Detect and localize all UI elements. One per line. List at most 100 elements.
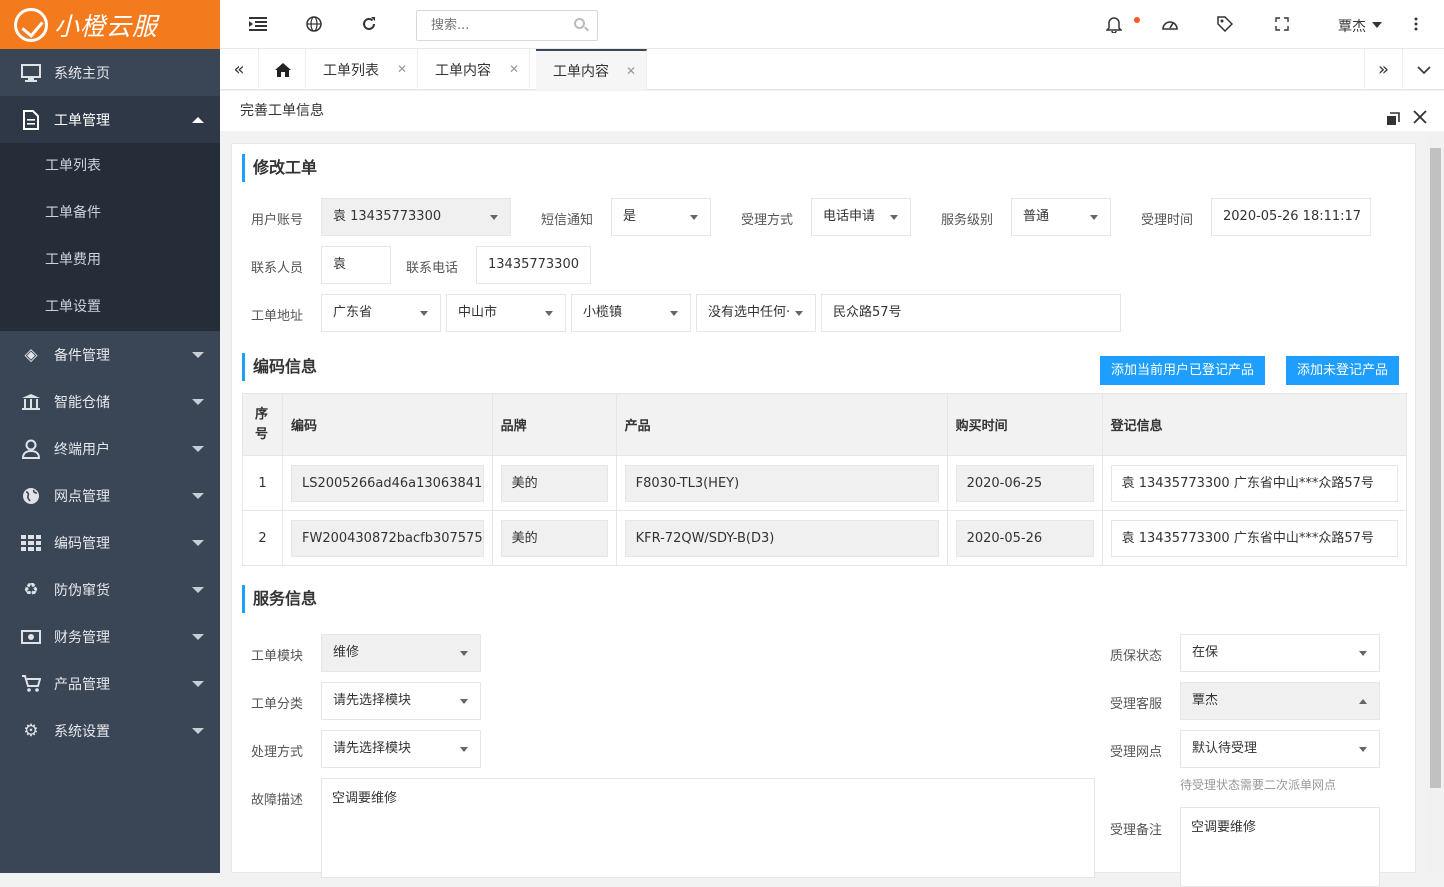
- brand-input[interactable]: 美的: [500, 464, 608, 502]
- purchase-date-input[interactable]: 2020-06-25: [955, 464, 1094, 502]
- close-icon[interactable]: ✕: [397, 62, 407, 76]
- dashboard-icon[interactable]: [1160, 14, 1180, 34]
- town-select[interactable]: 小榄镇: [571, 294, 691, 332]
- close-window-icon[interactable]: [1413, 99, 1427, 139]
- category-select[interactable]: 请先选择模块: [321, 682, 481, 720]
- grid-icon: [20, 532, 42, 554]
- tab-workorder-content-active[interactable]: 工单内容 ✕: [536, 49, 647, 90]
- submenu-item-settings[interactable]: 工单设置: [0, 284, 220, 331]
- user-account-select[interactable]: 袁 13435773300: [321, 198, 511, 236]
- menu-toggle-icon[interactable]: [248, 14, 268, 34]
- tab-menu-chevron-icon[interactable]: [1404, 49, 1443, 90]
- globe-icon[interactable]: [304, 14, 324, 34]
- sidebar-item-system[interactable]: ⚙ 系统设置: [0, 707, 220, 754]
- remark-textarea[interactable]: 空调要维修: [1180, 807, 1380, 887]
- province-select[interactable]: 广东省: [321, 294, 441, 332]
- page-scrollbar[interactable]: [1427, 134, 1444, 873]
- sidebar-item-spareparts[interactable]: ◈ 备件管理: [0, 331, 220, 378]
- chevron-down-icon: [192, 352, 204, 358]
- city-select[interactable]: 中山市: [446, 294, 566, 332]
- sidebar-item-products[interactable]: 产品管理: [0, 660, 220, 707]
- village-select[interactable]: 没有选中任何·: [696, 294, 816, 332]
- contact-input[interactable]: 袁: [321, 246, 391, 284]
- product-input[interactable]: F8030-TL3(HEY): [624, 464, 939, 502]
- warranty-label: 质保状态: [1110, 649, 1163, 664]
- globe-icon: [20, 485, 42, 507]
- fullscreen-icon[interactable]: [1272, 14, 1292, 34]
- sms-select[interactable]: 是: [611, 198, 711, 236]
- registration-info-input[interactable]: 袁 13435773300 广东省中山***众路57号: [1110, 464, 1398, 502]
- add-unregistered-product-button[interactable]: 添加未登记产品: [1286, 356, 1400, 385]
- bell-icon[interactable]: [1104, 14, 1124, 34]
- sidebar-item-outlets[interactable]: 网点管理: [0, 472, 220, 519]
- submenu-item-list[interactable]: 工单列表: [0, 143, 220, 190]
- chevron-down-icon: [192, 728, 204, 734]
- page-title: 完善工单信息: [240, 103, 324, 119]
- code-input[interactable]: LS2005266ad46a13063841: [291, 464, 484, 502]
- service-level-label: 服务级别: [941, 213, 994, 228]
- chevron-down-icon: [192, 493, 204, 499]
- sidebar-item-anticounterfeit[interactable]: ♻ 防伪窜货: [0, 566, 220, 613]
- column-header-label: 序号: [255, 406, 269, 442]
- service-level-select[interactable]: 普通: [1011, 198, 1111, 236]
- more-vertical-icon[interactable]: [1406, 14, 1426, 34]
- tab-scroll-right-icon[interactable]: »: [1364, 49, 1403, 90]
- logo-text: 小橙云服: [54, 11, 159, 41]
- sidebar-item-endusers[interactable]: 终端用户: [0, 425, 220, 472]
- scrollbar-thumb[interactable]: [1430, 148, 1441, 788]
- tab-label: 工单内容: [435, 62, 491, 79]
- purchase-date-input[interactable]: 2020-05-26: [955, 519, 1094, 557]
- module-label: 工单模块: [251, 649, 304, 664]
- tab-bar: « 工单列表 ✕ 工单内容 ✕ 工单内容 ✕ »: [220, 49, 1444, 90]
- table-row: 1 LS2005266ad46a13063841 美的 F8030-TL3(HE…: [242, 455, 1408, 511]
- sidebar-item-warehouse[interactable]: 智能仓储: [0, 378, 220, 425]
- close-icon[interactable]: ✕: [626, 64, 636, 78]
- user-menu[interactable]: 覃杰: [1338, 16, 1382, 36]
- accept-time-input[interactable]: 2020-05-26 18:11:17: [1211, 198, 1371, 236]
- add-registered-product-button[interactable]: 添加当前用户已登记产品: [1100, 356, 1266, 385]
- top-bar: 覃杰: [220, 0, 1444, 49]
- sidebar-item-finance[interactable]: 财务管理: [0, 613, 220, 660]
- sidebar-item-label: 财务管理: [54, 629, 110, 646]
- accept-method-select[interactable]: 电话申请: [811, 198, 911, 236]
- category-label: 工单分类: [251, 697, 304, 712]
- workorder-form: 修改工单 用户账号 袁 13435773300 短信通知 是 受理方式 电话申请…: [231, 143, 1416, 887]
- tab-workorder-content[interactable]: 工单内容 ✕: [418, 49, 530, 90]
- phone-label: 联系电话: [406, 261, 459, 276]
- tab-scroll-left-icon[interactable]: «: [220, 49, 259, 90]
- tab-workorder-list[interactable]: 工单列表 ✕: [306, 49, 418, 90]
- handling-select[interactable]: 请先选择模块: [321, 730, 481, 768]
- search-icon[interactable]: [574, 18, 585, 29]
- app-logo[interactable]: 小橙云服: [0, 0, 220, 49]
- phone-input[interactable]: 13435773300: [476, 246, 591, 284]
- home-tab[interactable]: [260, 49, 306, 90]
- outlet-select[interactable]: 默认待受理: [1180, 730, 1380, 768]
- search-input[interactable]: [416, 10, 598, 41]
- tag-icon[interactable]: [1215, 14, 1235, 34]
- recycle-icon: ♻: [23, 579, 39, 600]
- sidebar-item-codes[interactable]: 编码管理: [0, 519, 220, 566]
- section-title-edit: 修改工单: [242, 154, 317, 182]
- agent-select[interactable]: 覃杰: [1180, 682, 1380, 720]
- sidebar-item-home[interactable]: 系统主页: [0, 49, 220, 96]
- fault-description-textarea[interactable]: 空调要维修: [321, 778, 1095, 878]
- accept-time-label: 受理时间: [1141, 213, 1194, 228]
- warranty-select[interactable]: 在保: [1180, 634, 1380, 672]
- page-header: 完善工单信息: [220, 91, 1444, 131]
- chevron-down-icon: [192, 634, 204, 640]
- sidebar-item-workorder[interactable]: 工单管理: [0, 96, 220, 143]
- refresh-icon[interactable]: [359, 14, 379, 34]
- submenu-item-parts[interactable]: 工单备件: [0, 190, 220, 237]
- product-input[interactable]: KFR-72QW/SDY-B(D3): [624, 519, 939, 557]
- contact-label: 联系人员: [251, 261, 304, 276]
- restore-window-icon[interactable]: [1386, 101, 1400, 141]
- sidebar-item-label: 终端用户: [54, 441, 110, 458]
- address-label: 工单地址: [251, 309, 304, 324]
- registration-info-input[interactable]: 袁 13435773300 广东省中山***众路57号: [1110, 519, 1398, 557]
- street-input[interactable]: 民众路57号: [821, 294, 1121, 332]
- submenu-item-fees[interactable]: 工单费用: [0, 237, 220, 284]
- module-select[interactable]: 维修: [321, 634, 481, 672]
- close-icon[interactable]: ✕: [509, 62, 519, 76]
- brand-input[interactable]: 美的: [500, 519, 608, 557]
- code-input[interactable]: FW200430872bacfb307575: [291, 519, 484, 557]
